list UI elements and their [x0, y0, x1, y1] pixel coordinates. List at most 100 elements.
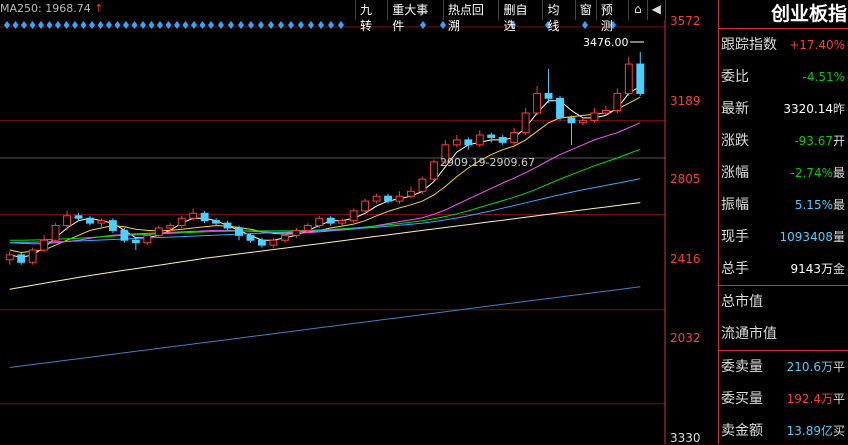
quote-label: 总市值	[721, 294, 763, 310]
quote-row: 现手 1093408量	[719, 221, 848, 253]
event-marker-icon	[174, 21, 180, 29]
ma250-label: MA250: 1968.74	[0, 2, 91, 15]
quote-value: +17.40%	[789, 38, 845, 52]
candlestick-chart[interactable]: 3476.00 2909.19-2909.67 MA250: 1968.74 ↑ …	[0, 0, 666, 444]
quote-value: 1093408量	[779, 230, 845, 244]
candle-body	[407, 190, 415, 197]
candle-body	[258, 239, 266, 246]
event-marker-icon	[123, 21, 129, 29]
quote-suffix: 最	[832, 198, 845, 212]
event-marker-icon	[131, 21, 138, 29]
event-marker-icon	[228, 21, 234, 29]
quote-row: 振幅 5.15%最	[719, 189, 848, 221]
event-marker-icon	[4, 21, 10, 29]
event-marker-icon	[440, 21, 446, 29]
quote-row: 涨幅 -2.74%最	[719, 157, 848, 189]
toolbar-jiuzhuan-button[interactable]: 九转	[356, 0, 389, 33]
peak-annotation: 3476.00	[583, 36, 629, 49]
event-marker-icon	[165, 21, 172, 29]
chart-canvas[interactable]: 3476.00 2909.19-2909.67	[0, 0, 666, 444]
quote-row: 涨跌 -93.67开	[719, 125, 848, 157]
candle-body	[97, 220, 106, 224]
candle-body	[269, 239, 278, 246]
event-marker-icon	[258, 21, 264, 29]
quote-suffix: 平	[832, 360, 845, 374]
candle-body	[315, 217, 324, 227]
candle-body	[223, 222, 232, 229]
event-marker-icon	[140, 21, 146, 29]
candle-body	[28, 249, 37, 263]
candle-body	[166, 225, 175, 229]
event-marker-icon	[288, 21, 294, 29]
candle-body	[590, 112, 599, 121]
toolbar-window-button[interactable]: 窗	[576, 0, 597, 20]
event-marker-icon	[89, 21, 95, 29]
candle-body	[384, 195, 392, 202]
quote-row: 委买量 192.4万平	[719, 383, 848, 415]
candle-body	[579, 119, 587, 124]
toolbar-ma-button[interactable]: 均线	[543, 0, 576, 33]
quote-suffix: 最	[832, 166, 845, 180]
candle-body	[189, 212, 198, 219]
candle-body	[303, 225, 312, 231]
event-marker-icon	[63, 21, 70, 29]
up-arrow-icon: ↑	[94, 2, 104, 15]
event-marker-icon	[208, 21, 214, 29]
quote-suffix: 买	[832, 424, 845, 438]
candle-body	[567, 117, 576, 124]
toolbar-forecast-button[interactable]: 预测	[597, 0, 630, 33]
candle-body	[108, 220, 117, 231]
event-marker-icon	[46, 21, 53, 29]
quote-label: 振幅	[721, 197, 749, 213]
event-marker-icon	[338, 21, 344, 29]
quote-row: 委比 -4.51%	[719, 61, 848, 93]
quote-suffix: 开	[832, 134, 845, 148]
event-marker-icon	[38, 21, 44, 29]
quote-label: 跟踪指数	[721, 37, 777, 53]
quote-value: 3320.14昨	[783, 102, 845, 116]
event-marker-icon	[308, 21, 314, 29]
event-marker-icon	[268, 21, 274, 29]
event-marker-icon	[148, 21, 155, 29]
quote-label: 最新	[721, 101, 749, 117]
quote-value: 13.89亿买	[786, 424, 845, 438]
price-tick: 2416	[670, 252, 701, 266]
event-marker-icon	[298, 21, 304, 29]
back-arrow-icon[interactable]: ◀	[648, 0, 666, 20]
toolbar-major-events-button[interactable]: 重大事件	[388, 0, 444, 33]
candle-body	[326, 217, 335, 224]
lock-icon[interactable]: ⌂	[629, 0, 648, 20]
price-tick: 3572	[670, 14, 701, 28]
candle-body	[120, 229, 129, 241]
event-marker-icon	[218, 21, 224, 29]
candle-body	[177, 217, 186, 227]
quote-label: 涨跌	[721, 133, 749, 149]
quote-suffix: 昨	[832, 102, 845, 116]
candle-body	[475, 134, 484, 146]
ma-line	[9, 148, 641, 241]
candle-body	[556, 97, 564, 119]
quote-row: 卖金额 13.89亿买	[719, 415, 848, 444]
toolbar-remove-watchlist-button[interactable]: 删自选	[499, 0, 544, 33]
event-marker-icon	[21, 21, 27, 29]
candle-body	[143, 234, 152, 244]
price-tick: 2805	[670, 172, 701, 186]
candle-body	[636, 63, 645, 94]
event-marker-icon	[182, 21, 189, 29]
event-marker-icon	[199, 21, 206, 29]
ma-line	[9, 122, 641, 245]
toolbar-hotspot-review-button[interactable]: 热点回溯	[444, 0, 500, 33]
event-marker-icon	[29, 21, 36, 29]
quote-value: 5.15%最	[794, 198, 845, 212]
candle-body	[613, 92, 622, 112]
event-marker-icon	[248, 21, 254, 29]
price-tick: 2032	[670, 331, 701, 345]
chart-toolbar: 九转 重大事件 热点回溯 删自选 均线 窗 预测 ⌂ ◀	[355, 0, 666, 33]
event-marker-icon	[582, 21, 588, 29]
candle-body	[418, 178, 427, 192]
level-annotation: 2909.19-2909.67	[440, 156, 535, 169]
candle-body	[86, 217, 94, 224]
index-title: 创业板指	[719, 0, 848, 29]
quote-value: 192.4万平	[786, 392, 845, 406]
ma-line	[9, 286, 641, 368]
